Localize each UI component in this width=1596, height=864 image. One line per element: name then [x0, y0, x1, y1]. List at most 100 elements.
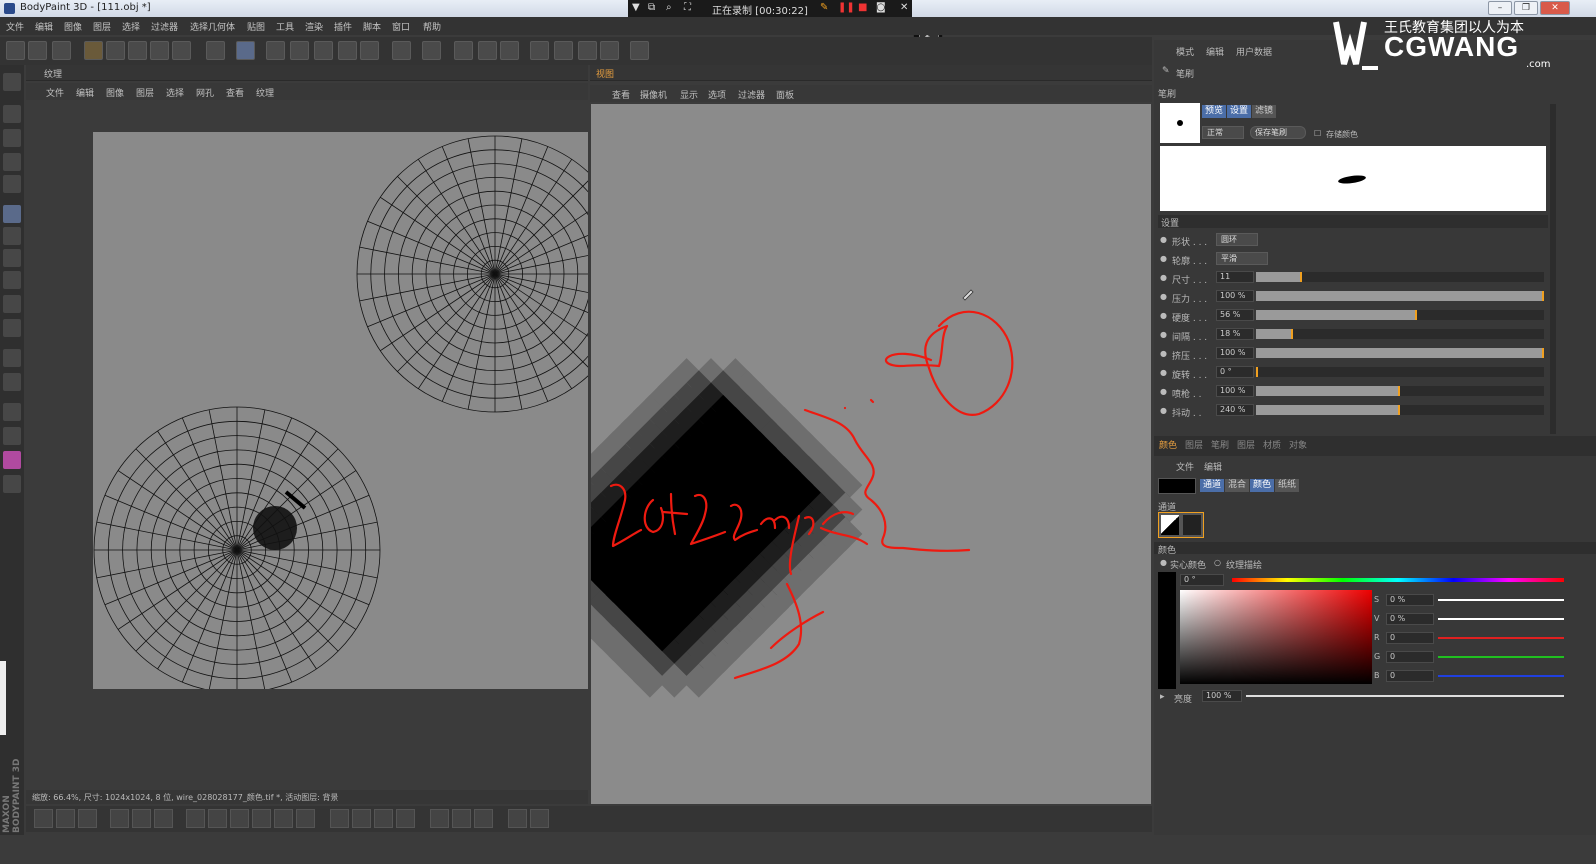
text-icon[interactable] [3, 349, 21, 367]
tex-menu-texture[interactable]: 纹理 [256, 86, 274, 99]
render-icon[interactable] [392, 41, 411, 60]
lower-menu-file[interactable]: 文件 [1176, 460, 1194, 473]
bt-12-icon[interactable] [296, 809, 315, 828]
bt-19-icon[interactable] [474, 809, 493, 828]
setting-slider[interactable] [1256, 272, 1544, 282]
setting-dropdown[interactable]: 平滑 [1216, 252, 1268, 265]
pause-icon[interactable]: ❚❚ [838, 2, 855, 13]
menu-select-geometry[interactable]: 选择几何体 [190, 20, 235, 33]
projection-2-icon[interactable] [478, 41, 497, 60]
setting-value[interactable]: 240 % [1216, 404, 1254, 416]
texture-draw-radio[interactable]: ○ [1214, 558, 1221, 567]
bt-2-icon[interactable] [56, 809, 75, 828]
bt-5-icon[interactable] [132, 809, 151, 828]
menu-edit[interactable]: 编辑 [35, 20, 53, 33]
eraser-tool-icon[interactable] [3, 249, 21, 267]
channel-thumbnails[interactable] [1158, 512, 1204, 538]
bt-9-icon[interactable] [230, 809, 249, 828]
tab-mode[interactable]: 模式 [1176, 45, 1194, 58]
vp-menu-panel[interactable]: 面板 [776, 88, 794, 101]
tex-menu-view[interactable]: 查看 [226, 86, 244, 99]
tab-edit[interactable]: 编辑 [1206, 45, 1224, 58]
brush-mode-2-icon[interactable] [290, 41, 309, 60]
camera-icon[interactable]: ◙ [876, 2, 886, 13]
setting-value[interactable]: 56 % [1216, 309, 1254, 321]
setting-radio[interactable]: ● [1160, 235, 1167, 244]
channel-value[interactable]: 0 % [1386, 594, 1434, 606]
color-swap-icon[interactable] [3, 451, 21, 469]
channel-slider[interactable] [1438, 675, 1564, 677]
gradient-icon[interactable] [3, 271, 21, 289]
lasso-icon[interactable] [3, 153, 21, 171]
vp-menu-camera[interactable]: 摄像机 [640, 88, 667, 101]
bt-3-icon[interactable] [78, 809, 97, 828]
setting-radio[interactable]: ● [1160, 349, 1167, 358]
undo-icon[interactable] [6, 41, 25, 60]
solid-color-radio[interactable]: ● [1160, 558, 1167, 567]
brush-preview-thumb[interactable] [1160, 103, 1200, 143]
restore-icon[interactable]: ⧉ [648, 2, 655, 13]
setting-radio[interactable]: ● [1160, 387, 1167, 396]
setting-radio[interactable]: ● [1160, 254, 1167, 263]
ltab-material[interactable]: 材质 [1260, 440, 1284, 453]
selection-tool-icon[interactable] [84, 41, 103, 60]
grid-icon[interactable] [422, 41, 441, 60]
save-brush-button[interactable]: 保存笔刷 [1250, 126, 1306, 139]
store-color-checkbox[interactable]: ☐ [1314, 129, 1321, 138]
settings-scrollbar[interactable] [1550, 104, 1556, 434]
vp-menu-display[interactable]: 显示 [680, 88, 698, 101]
ltab-brush[interactable]: 笔刷 [1208, 440, 1232, 453]
menu-file[interactable]: 文件 [6, 20, 24, 33]
menu-help[interactable]: 帮助 [423, 20, 441, 33]
channel-slider[interactable] [1438, 618, 1564, 620]
tex-menu-select[interactable]: 选择 [166, 86, 184, 99]
setting-slider[interactable] [1256, 405, 1544, 415]
vp-menu-view[interactable]: 查看 [612, 88, 630, 101]
bt-17-icon[interactable] [430, 809, 449, 828]
setting-radio[interactable]: ● [1160, 292, 1167, 301]
cube-2-icon[interactable] [554, 41, 573, 60]
menu-render[interactable]: 渲染 [305, 20, 323, 33]
tab-settings[interactable]: 设置 [1227, 105, 1252, 118]
setting-slider[interactable] [1256, 386, 1544, 396]
fill-icon[interactable] [3, 295, 21, 313]
material-icon[interactable] [360, 41, 379, 60]
cube-3-icon[interactable] [578, 41, 597, 60]
brush-icon[interactable] [3, 205, 21, 223]
maximize-button[interactable]: ❐ [1514, 1, 1538, 15]
zoom-tool-icon[interactable] [3, 427, 21, 445]
menu-filter[interactable]: 过滤器 [151, 20, 178, 33]
tool-1-icon[interactable] [3, 73, 21, 91]
reset-icon[interactable] [52, 41, 71, 60]
tex-menu-mesh[interactable]: 网孔 [196, 86, 214, 99]
setting-dropdown[interactable]: 圆环 [1216, 233, 1258, 246]
cube-icon[interactable] [530, 41, 549, 60]
tool-3-icon[interactable] [3, 129, 21, 147]
setting-slider[interactable] [1256, 348, 1544, 358]
menu-plugins[interactable]: 插件 [334, 20, 352, 33]
brightness-field[interactable]: 100 % [1202, 690, 1242, 702]
brush-mode-3-icon[interactable] [314, 41, 333, 60]
tool-2-icon[interactable] [3, 105, 21, 123]
ctab-color[interactable]: 颜色 [1250, 479, 1275, 492]
lower-menu-edit[interactable]: 编辑 [1204, 460, 1222, 473]
brush-mode-4-icon[interactable] [338, 41, 357, 60]
stamp-icon[interactable] [3, 227, 21, 245]
channel-slider[interactable] [1438, 599, 1564, 601]
axis-tool-icon[interactable] [172, 41, 191, 60]
magic-wand-icon[interactable] [3, 175, 21, 193]
menu-layer[interactable]: 图层 [93, 20, 111, 33]
hue-field[interactable]: 0 ° [1180, 574, 1224, 586]
menu-select[interactable]: 选择 [122, 20, 140, 33]
tab-userdata[interactable]: 用户数据 [1236, 45, 1272, 58]
bt-7-icon[interactable] [186, 809, 205, 828]
menu-script[interactable]: 脚本 [363, 20, 381, 33]
light-icon[interactable] [630, 41, 649, 60]
setting-slider[interactable] [1256, 291, 1544, 301]
projection-3-icon[interactable] [500, 41, 519, 60]
channel-value[interactable]: 0 % [1386, 613, 1434, 625]
channel-value[interactable]: 0 [1386, 632, 1434, 644]
bt-13-icon[interactable] [330, 809, 349, 828]
ctab-paper[interactable]: 纸纸 [1275, 479, 1300, 492]
viewport-canvas[interactable] [591, 104, 1151, 804]
